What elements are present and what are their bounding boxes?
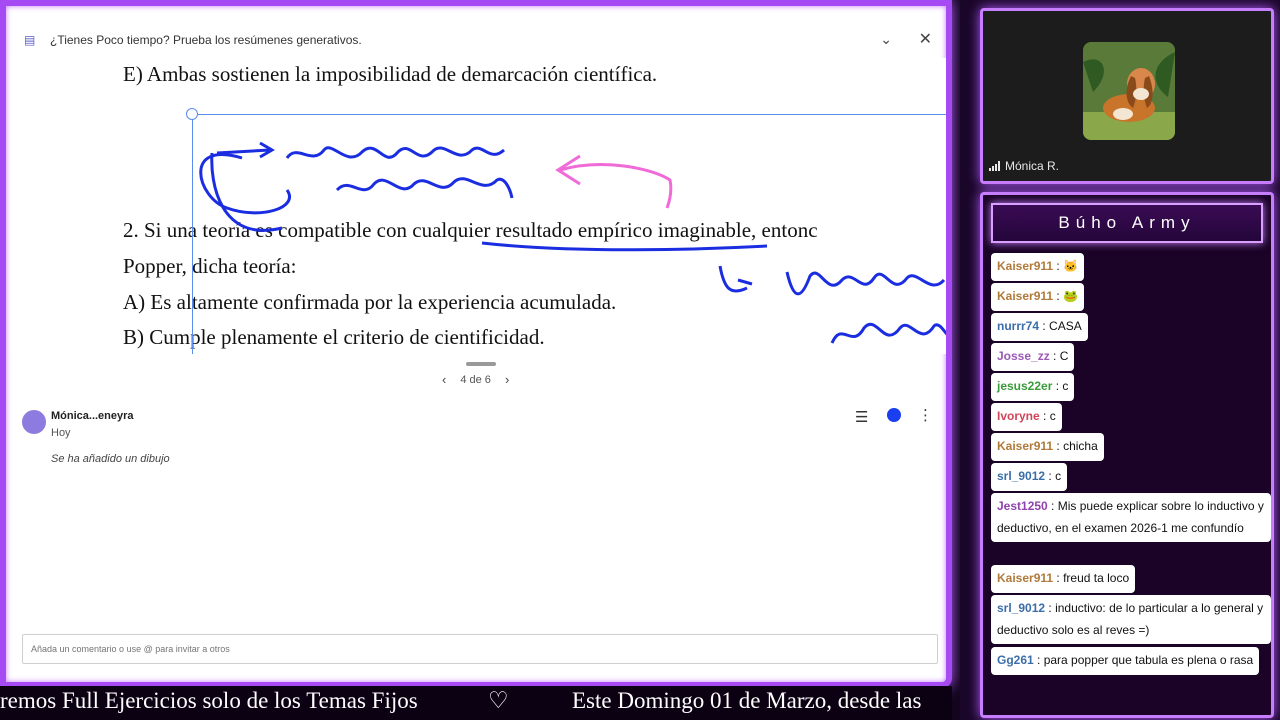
webcam-name: Mónica R.: [1005, 159, 1060, 173]
comment-time: Hoy: [51, 427, 71, 439]
chat-separator: :: [1049, 349, 1060, 363]
chat-message-text: 🐸: [1063, 289, 1079, 303]
chat-separator: :: [1053, 289, 1064, 303]
chat-username[interactable]: Kaiser911: [997, 259, 1053, 273]
chat-message: Ivoryne : c: [991, 403, 1062, 431]
chat-message: Kaiser911 : chicha: [991, 433, 1104, 461]
chat-message: Jest1250 : Mis puede explicar sobre lo i…: [991, 493, 1271, 542]
chat-separator: :: [1045, 469, 1056, 483]
chat-separator: :: [1053, 571, 1064, 585]
chat-message-text: 🐱: [1063, 259, 1079, 273]
more-options-icon[interactable]: ⋮: [918, 406, 933, 424]
list-icon[interactable]: ☰: [855, 408, 868, 426]
chat-message-text: c: [1055, 469, 1062, 483]
chat-separator: :: [1052, 379, 1063, 393]
chat-message: srl_9012 : c: [991, 463, 1068, 491]
chat-title: Búho Army: [991, 203, 1263, 243]
panel-drag-handle[interactable]: [466, 362, 496, 366]
chat-message: Kaiser911 : 🐸: [991, 283, 1085, 311]
signal-icon: [989, 161, 1000, 171]
chat-message-text: para popper que tabula es plena o rasa: [1043, 653, 1254, 667]
chat-username[interactable]: Kaiser911: [997, 289, 1053, 303]
webcam-panel: Mónica R.: [980, 8, 1274, 184]
banner-text: ¿Tienes Poco tiempo? Prueba los resúmene…: [50, 33, 362, 47]
close-icon[interactable]: ✕: [919, 29, 932, 49]
ticker-text-right: Este Domingo 01 de Marzo, desde las: [572, 688, 922, 713]
chat-separator: :: [1053, 259, 1064, 273]
chat-message-text: freud ta loco: [1063, 571, 1130, 585]
comment-input[interactable]: [22, 634, 938, 664]
chat-message: nurrr74 : CASA: [991, 313, 1088, 341]
chat-separator: :: [1039, 319, 1050, 333]
ink-handwriting: [785, 271, 946, 296]
ink-stroke: [210, 152, 283, 232]
ticker-text-left: remos Full Ejercicios solo de los Temas …: [0, 688, 418, 713]
ink-handwriting: [335, 177, 514, 199]
chat-username[interactable]: Kaiser911: [997, 439, 1053, 453]
chat-username[interactable]: nurrr74: [997, 319, 1039, 333]
chat-separator: :: [1045, 601, 1056, 615]
chat-message-text: chicha: [1063, 439, 1098, 453]
document-viewer-frame: ▤ ¿Tienes Poco tiempo? Prueba los resúme…: [0, 0, 952, 688]
comment-message: Se ha añadido un dibujo: [51, 453, 170, 465]
comment-author: Mónica...eneyra: [51, 410, 134, 422]
dog-avatar-icon: [1083, 42, 1175, 140]
status-dot-icon[interactable]: [887, 408, 901, 422]
heart-icon: ♡: [488, 688, 509, 713]
chat-message: Kaiser911 : 🐱: [991, 253, 1085, 281]
chat-message-text: CASA: [1049, 319, 1082, 333]
ink-underline: [481, 241, 768, 252]
chat-message-text: c: [1062, 379, 1069, 393]
chat-message: Gg261 : para popper que tabula es plena …: [991, 647, 1260, 675]
webcam-name-tag: Mónica R.: [989, 159, 1059, 173]
document-page[interactable]: E) Ambas sostienen la imposibilidad de d…: [12, 58, 950, 354]
chat-message: Kaiser911 : freud ta loco: [991, 565, 1136, 593]
chevron-down-icon[interactable]: ⌄: [880, 31, 892, 48]
chat-separator: :: [1039, 409, 1050, 423]
ink-handwriting: [285, 146, 506, 159]
chat-message-text: C: [1059, 349, 1069, 363]
ink-drawing[interactable]: [12, 58, 950, 354]
chevron-right-icon[interactable]: ›: [505, 372, 509, 387]
page-indicator: 4 de 6: [460, 373, 491, 386]
chevron-left-icon[interactable]: ‹: [442, 372, 446, 387]
chat-separator: :: [1053, 439, 1064, 453]
chat-message: srl_9012 : inductivo: de lo particular a…: [991, 595, 1271, 644]
chat-username[interactable]: Gg261: [997, 653, 1034, 667]
chat-username[interactable]: srl_9012: [997, 469, 1045, 483]
scrolling-ticker: remos Full Ejercicios solo de los Temas …: [0, 686, 952, 720]
summary-icon: ▤: [24, 33, 36, 47]
chat-separator: :: [1033, 653, 1044, 667]
chat-username[interactable]: Ivoryne: [997, 409, 1040, 423]
chat-message: jesus22er : c: [991, 373, 1075, 401]
chat-username[interactable]: Kaiser911: [997, 571, 1053, 585]
chat-message-text: c: [1049, 409, 1056, 423]
chat-username[interactable]: jesus22er: [997, 379, 1052, 393]
avatar: [22, 410, 46, 434]
chat-panel: Búho Army Kaiser911 : 🐱 Kaiser911 : 🐸 nurr…: [980, 192, 1274, 718]
summary-banner: ▤ ¿Tienes Poco tiempo? Prueba los resúme…: [12, 22, 946, 58]
ink-pink-arrow: [559, 163, 673, 209]
chat-username[interactable]: srl_9012: [997, 601, 1045, 615]
ink-handwriting: [830, 322, 946, 344]
ink-arrow: [718, 265, 753, 293]
chat-username[interactable]: Josse_zz: [997, 349, 1050, 363]
chat-message: Josse_zz : C: [991, 343, 1075, 371]
page-pager: ‹ 4 de 6 ›: [442, 372, 509, 387]
chat-username[interactable]: Jest1250: [997, 499, 1048, 513]
chat-separator: :: [1047, 499, 1058, 513]
